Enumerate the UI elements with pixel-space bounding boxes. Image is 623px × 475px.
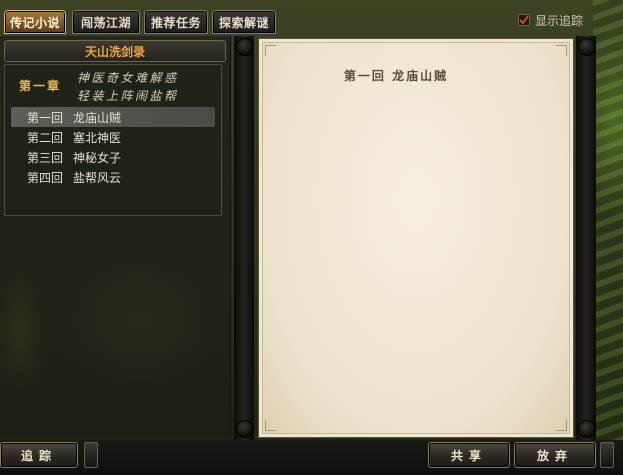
scroll-knob-bottom xyxy=(236,420,254,438)
section-item-4[interactable]: 第四回 盐帮风云 xyxy=(11,167,215,187)
show-track-toggle[interactable]: 显示追踪 xyxy=(517,12,583,28)
chapter-name-line-1: 神医奇女难解惑 xyxy=(77,71,179,85)
section-number: 第四回 xyxy=(27,170,64,185)
tab-recommended-quests[interactable]: 推荐任务 xyxy=(144,10,208,34)
abandon-button[interactable]: 放弃 xyxy=(514,442,596,468)
story-list-panel: 天山洗剑录 第一章 神医奇女难解惑 轻装上阵闹盐帮 第一回 龙庙山贼 第二回 塞… xyxy=(0,36,231,438)
tab-biography-novel[interactable]: 传记小说 xyxy=(4,10,66,34)
paper-corner-ornament xyxy=(265,420,276,431)
chapter-label: 第一章 xyxy=(19,79,62,93)
tab-bar: 传记小说 闯荡江湖 推荐任务 探索解谜 显示追踪 xyxy=(0,0,623,36)
scroll-knob-top xyxy=(578,38,596,56)
scroll-knob-bottom xyxy=(578,420,596,438)
checkmark-icon xyxy=(517,14,530,26)
paper-corner-ornament xyxy=(556,45,567,56)
paper-corner-ornament xyxy=(556,420,567,431)
section-item-1[interactable]: 第一回 龙庙山贼 xyxy=(11,107,215,127)
section-name: 神秘女子 xyxy=(73,150,122,165)
story-page: 第一回 龙庙山贼 xyxy=(258,38,574,438)
frame-knob xyxy=(600,442,614,468)
page-title: 第一回 龙庙山贼 xyxy=(343,69,449,83)
section-name: 盐帮风云 xyxy=(73,170,122,185)
scroll-knob-top xyxy=(236,38,254,56)
frame-knob xyxy=(84,442,98,468)
tab-roam-jianghu[interactable]: 闯荡江湖 xyxy=(72,10,140,34)
tab-explore-puzzles[interactable]: 探索解谜 xyxy=(212,10,276,34)
section-list: 第一回 龙庙山贼 第二回 塞北神医 第三回 神秘女子 第四回 盐帮风云 xyxy=(11,107,215,187)
left-scroll-rail[interactable] xyxy=(234,36,254,440)
right-scroll-rail[interactable] xyxy=(576,36,596,440)
chapter-name-line-2: 轻装上阵闹盐帮 xyxy=(77,89,179,103)
show-track-label: 显示追踪 xyxy=(534,13,583,28)
section-item-2[interactable]: 第二回 塞北神医 xyxy=(11,127,215,147)
paper-corner-ornament xyxy=(265,45,276,56)
section-number: 第一回 xyxy=(27,110,64,125)
share-button[interactable]: 共享 xyxy=(428,442,510,468)
bottom-bar: 追踪 共享 放弃 xyxy=(0,440,623,475)
book-title: 天山洗剑录 xyxy=(4,40,226,62)
section-name: 龙庙山贼 xyxy=(73,110,122,125)
section-number: 第三回 xyxy=(27,150,64,165)
section-name: 塞北神医 xyxy=(73,130,122,145)
section-number: 第二回 xyxy=(27,130,64,145)
section-item-3[interactable]: 第三回 神秘女子 xyxy=(11,147,215,167)
chapter-box: 第一章 神医奇女难解惑 轻装上阵闹盐帮 第一回 龙庙山贼 第二回 塞北神医 第三… xyxy=(4,64,222,216)
track-button[interactable]: 追踪 xyxy=(0,442,78,468)
